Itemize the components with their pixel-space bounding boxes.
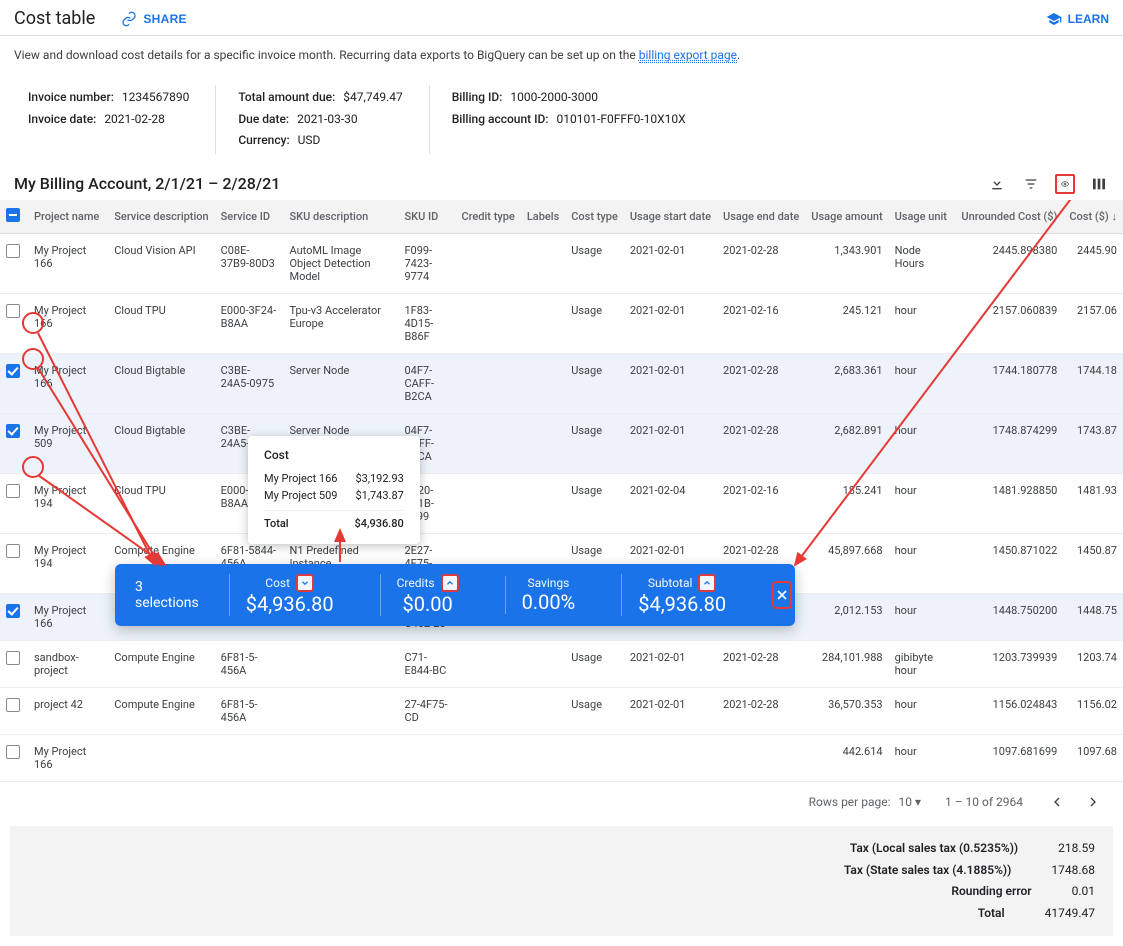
select-all-checkbox[interactable] <box>6 208 20 222</box>
col-service-id[interactable]: Service ID <box>215 200 284 234</box>
selection-count: 3 selections <box>135 579 199 611</box>
row-checkbox[interactable] <box>6 484 20 498</box>
page-range: 1 – 10 of 2964 <box>945 795 1023 809</box>
selection-bar: 3 selections Cost $4,936.80 Credits $0.0… <box>115 564 795 626</box>
row-checkbox[interactable] <box>6 745 20 759</box>
row-checkbox[interactable] <box>6 604 20 618</box>
learn-button[interactable]: LEARN <box>1046 11 1109 27</box>
link-icon <box>121 11 137 27</box>
table-row[interactable]: My Project 194 Cloud TPU E000-3F24-B8AA … <box>0 473 1123 533</box>
row-checkbox[interactable] <box>6 364 20 378</box>
page-title: Cost table <box>14 8 95 29</box>
subtotal-chevron[interactable] <box>698 574 716 592</box>
table-row[interactable]: project 42 Compute Engine 6F81-5-456A 27… <box>0 687 1123 734</box>
topbar: Cost table SHARE LEARN <box>0 0 1123 36</box>
invoice-meta: Invoice number:1234567890 Invoice date:2… <box>0 79 1123 168</box>
row-checkbox[interactable] <box>6 651 20 665</box>
col-usage-start[interactable]: Usage start date <box>624 200 717 234</box>
table-row[interactable]: My Project 166 Cloud TPU E000-3F24-B8AA … <box>0 293 1123 353</box>
totals-panel: Tax (Local sales tax (0.5235%))218.59 Ta… <box>10 826 1113 936</box>
visibility-icon[interactable] <box>1055 174 1075 194</box>
table-row[interactable]: My Project 166 Cloud Bigtable C3BE-24A5-… <box>0 353 1123 413</box>
table-row[interactable]: My Project 166 442.614 hour 1097.681699 … <box>0 734 1123 781</box>
cost-table: Project name Service description Service… <box>0 200 1123 782</box>
col-unrounded[interactable]: Unrounded Cost ($) <box>955 200 1063 234</box>
row-checkbox[interactable] <box>6 698 20 712</box>
table-row[interactable]: My Project 166 Cloud Vision API C08E-37B… <box>0 233 1123 293</box>
rows-per-page-select[interactable]: 10 ▾ <box>898 795 921 809</box>
row-checkbox[interactable] <box>6 244 20 258</box>
description: View and download cost details for a spe… <box>0 36 1123 79</box>
col-sku-id[interactable]: SKU ID <box>398 200 455 234</box>
table-heading: My Billing Account, 2/1/21 – 2/28/21 <box>0 168 1123 200</box>
col-sku-desc[interactable]: SKU description <box>283 200 398 234</box>
filter-icon[interactable] <box>1021 174 1041 194</box>
col-cost-type[interactable]: Cost type <box>565 200 624 234</box>
col-usage-end[interactable]: Usage end date <box>717 200 805 234</box>
col-usage-unit[interactable]: Usage unit <box>889 200 956 234</box>
credits-chevron[interactable] <box>441 574 459 592</box>
cost-chevron[interactable] <box>296 574 314 592</box>
row-checkbox[interactable] <box>6 424 20 438</box>
table-row[interactable]: My Project 509 Cloud Bigtable C3BE-24A5-… <box>0 413 1123 473</box>
col-labels[interactable]: Labels <box>521 200 565 234</box>
col-usage-amount[interactable]: Usage amount <box>805 200 888 234</box>
billing-export-link[interactable]: billing export page <box>639 48 737 63</box>
next-page-button[interactable] <box>1083 792 1103 812</box>
row-checkbox[interactable] <box>6 304 20 318</box>
row-checkbox[interactable] <box>6 544 20 558</box>
prev-page-button[interactable] <box>1047 792 1067 812</box>
account-range-title: My Billing Account, 2/1/21 – 2/28/21 <box>14 174 280 193</box>
close-icon <box>774 587 790 603</box>
col-credit-type[interactable]: Credit type <box>455 200 520 234</box>
columns-icon[interactable] <box>1089 174 1109 194</box>
graduation-icon <box>1046 11 1062 27</box>
table-row[interactable]: sandbox-project Compute Engine 6F81-5-45… <box>0 640 1123 687</box>
col-cost[interactable]: Cost ($) ↓ <box>1063 200 1123 234</box>
pager: Rows per page: 10 ▾ 1 – 10 of 2964 <box>0 782 1123 822</box>
table-wrap: Project name Service description Service… <box>0 200 1123 782</box>
close-selection-button[interactable] <box>772 581 792 609</box>
share-button[interactable]: SHARE <box>121 11 187 27</box>
cost-popover: Cost My Project 166$3,192.93My Project 5… <box>248 436 420 544</box>
download-icon[interactable] <box>987 174 1007 194</box>
col-service[interactable]: Service description <box>108 200 214 234</box>
col-project[interactable]: Project name <box>28 200 108 234</box>
